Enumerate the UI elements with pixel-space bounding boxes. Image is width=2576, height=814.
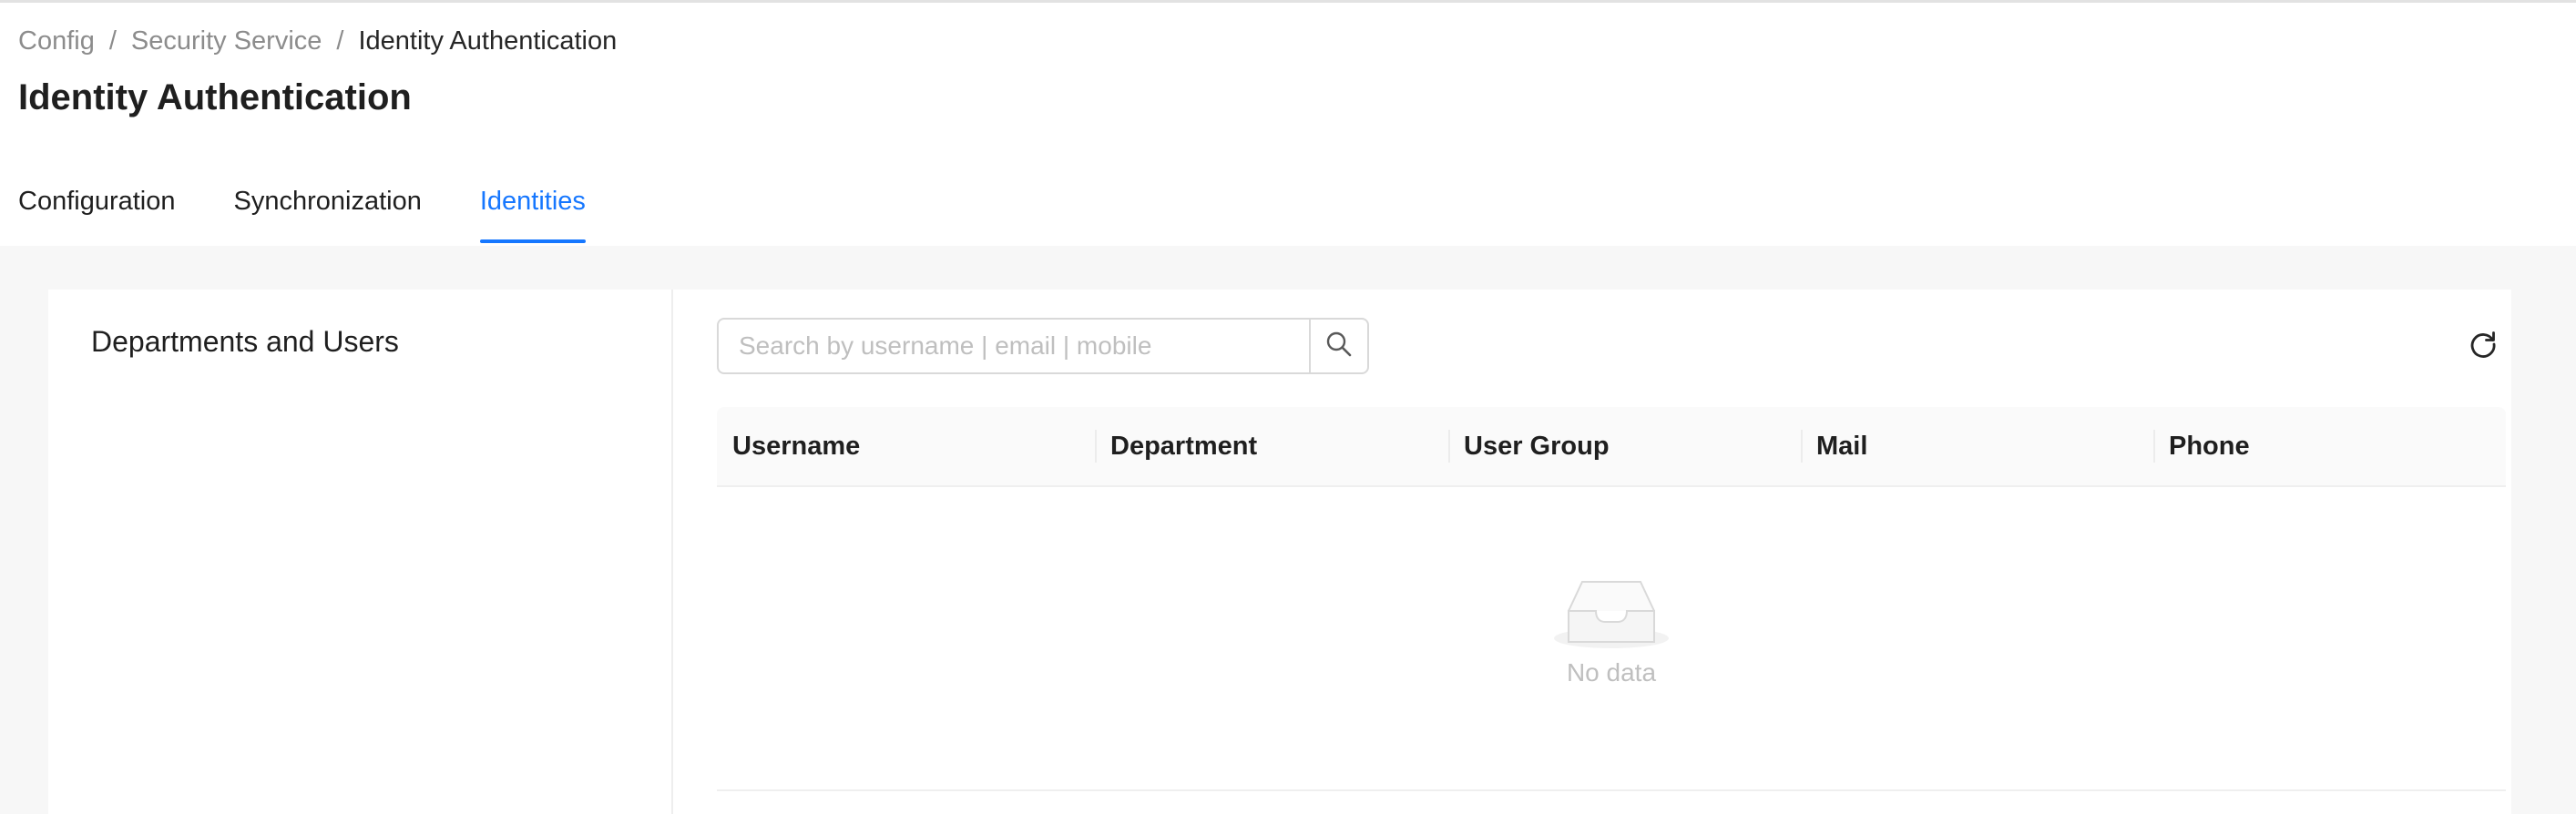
table-header: Username Department User Group Mail Phon… [717, 407, 2506, 487]
search-icon [1324, 330, 1354, 363]
column-header-user-group: User Group [1448, 407, 1801, 485]
search-input[interactable] [719, 320, 1309, 372]
empty-message: No data [1566, 658, 1657, 687]
column-header-username: Username [732, 432, 861, 461]
breadcrumb-separator: / [336, 26, 344, 56]
users-table: Username Department User Group Mail Phon… [717, 407, 2506, 791]
departments-panel: Departments and Users [48, 290, 671, 814]
page-title: Identity Authentication [18, 77, 412, 117]
search-box [717, 318, 1369, 374]
tab-configuration[interactable]: Configuration [18, 183, 176, 243]
empty-inbox-icon [1552, 575, 1671, 656]
table-empty-state: No data [717, 487, 2506, 791]
refresh-icon [2468, 329, 2499, 364]
column-header-mail: Mail [1801, 407, 2153, 485]
breadcrumb-item-security-service[interactable]: Security Service [131, 26, 322, 56]
departments-panel-title: Departments and Users [91, 325, 399, 358]
breadcrumb: Config / Security Service / Identity Authent… [18, 23, 617, 59]
users-panel: Username Department User Group Mail Phon… [673, 290, 2511, 814]
refresh-button[interactable] [2467, 330, 2499, 362]
tab-bar: Configuration Synchronization Identities [18, 183, 644, 247]
breadcrumb-item-config[interactable]: Config [18, 26, 95, 56]
tab-synchronization[interactable]: Synchronization [234, 183, 422, 243]
page-header: Config / Security Service / Identity Authent… [0, 3, 2576, 246]
column-header-department: Department [1095, 407, 1448, 485]
breadcrumb-item-current: Identity Authentication [358, 26, 618, 56]
tab-identities[interactable]: Identities [479, 183, 586, 243]
column-header-phone: Phone [2153, 407, 2506, 485]
search-button[interactable] [1309, 320, 1367, 372]
breadcrumb-separator: / [108, 26, 117, 56]
